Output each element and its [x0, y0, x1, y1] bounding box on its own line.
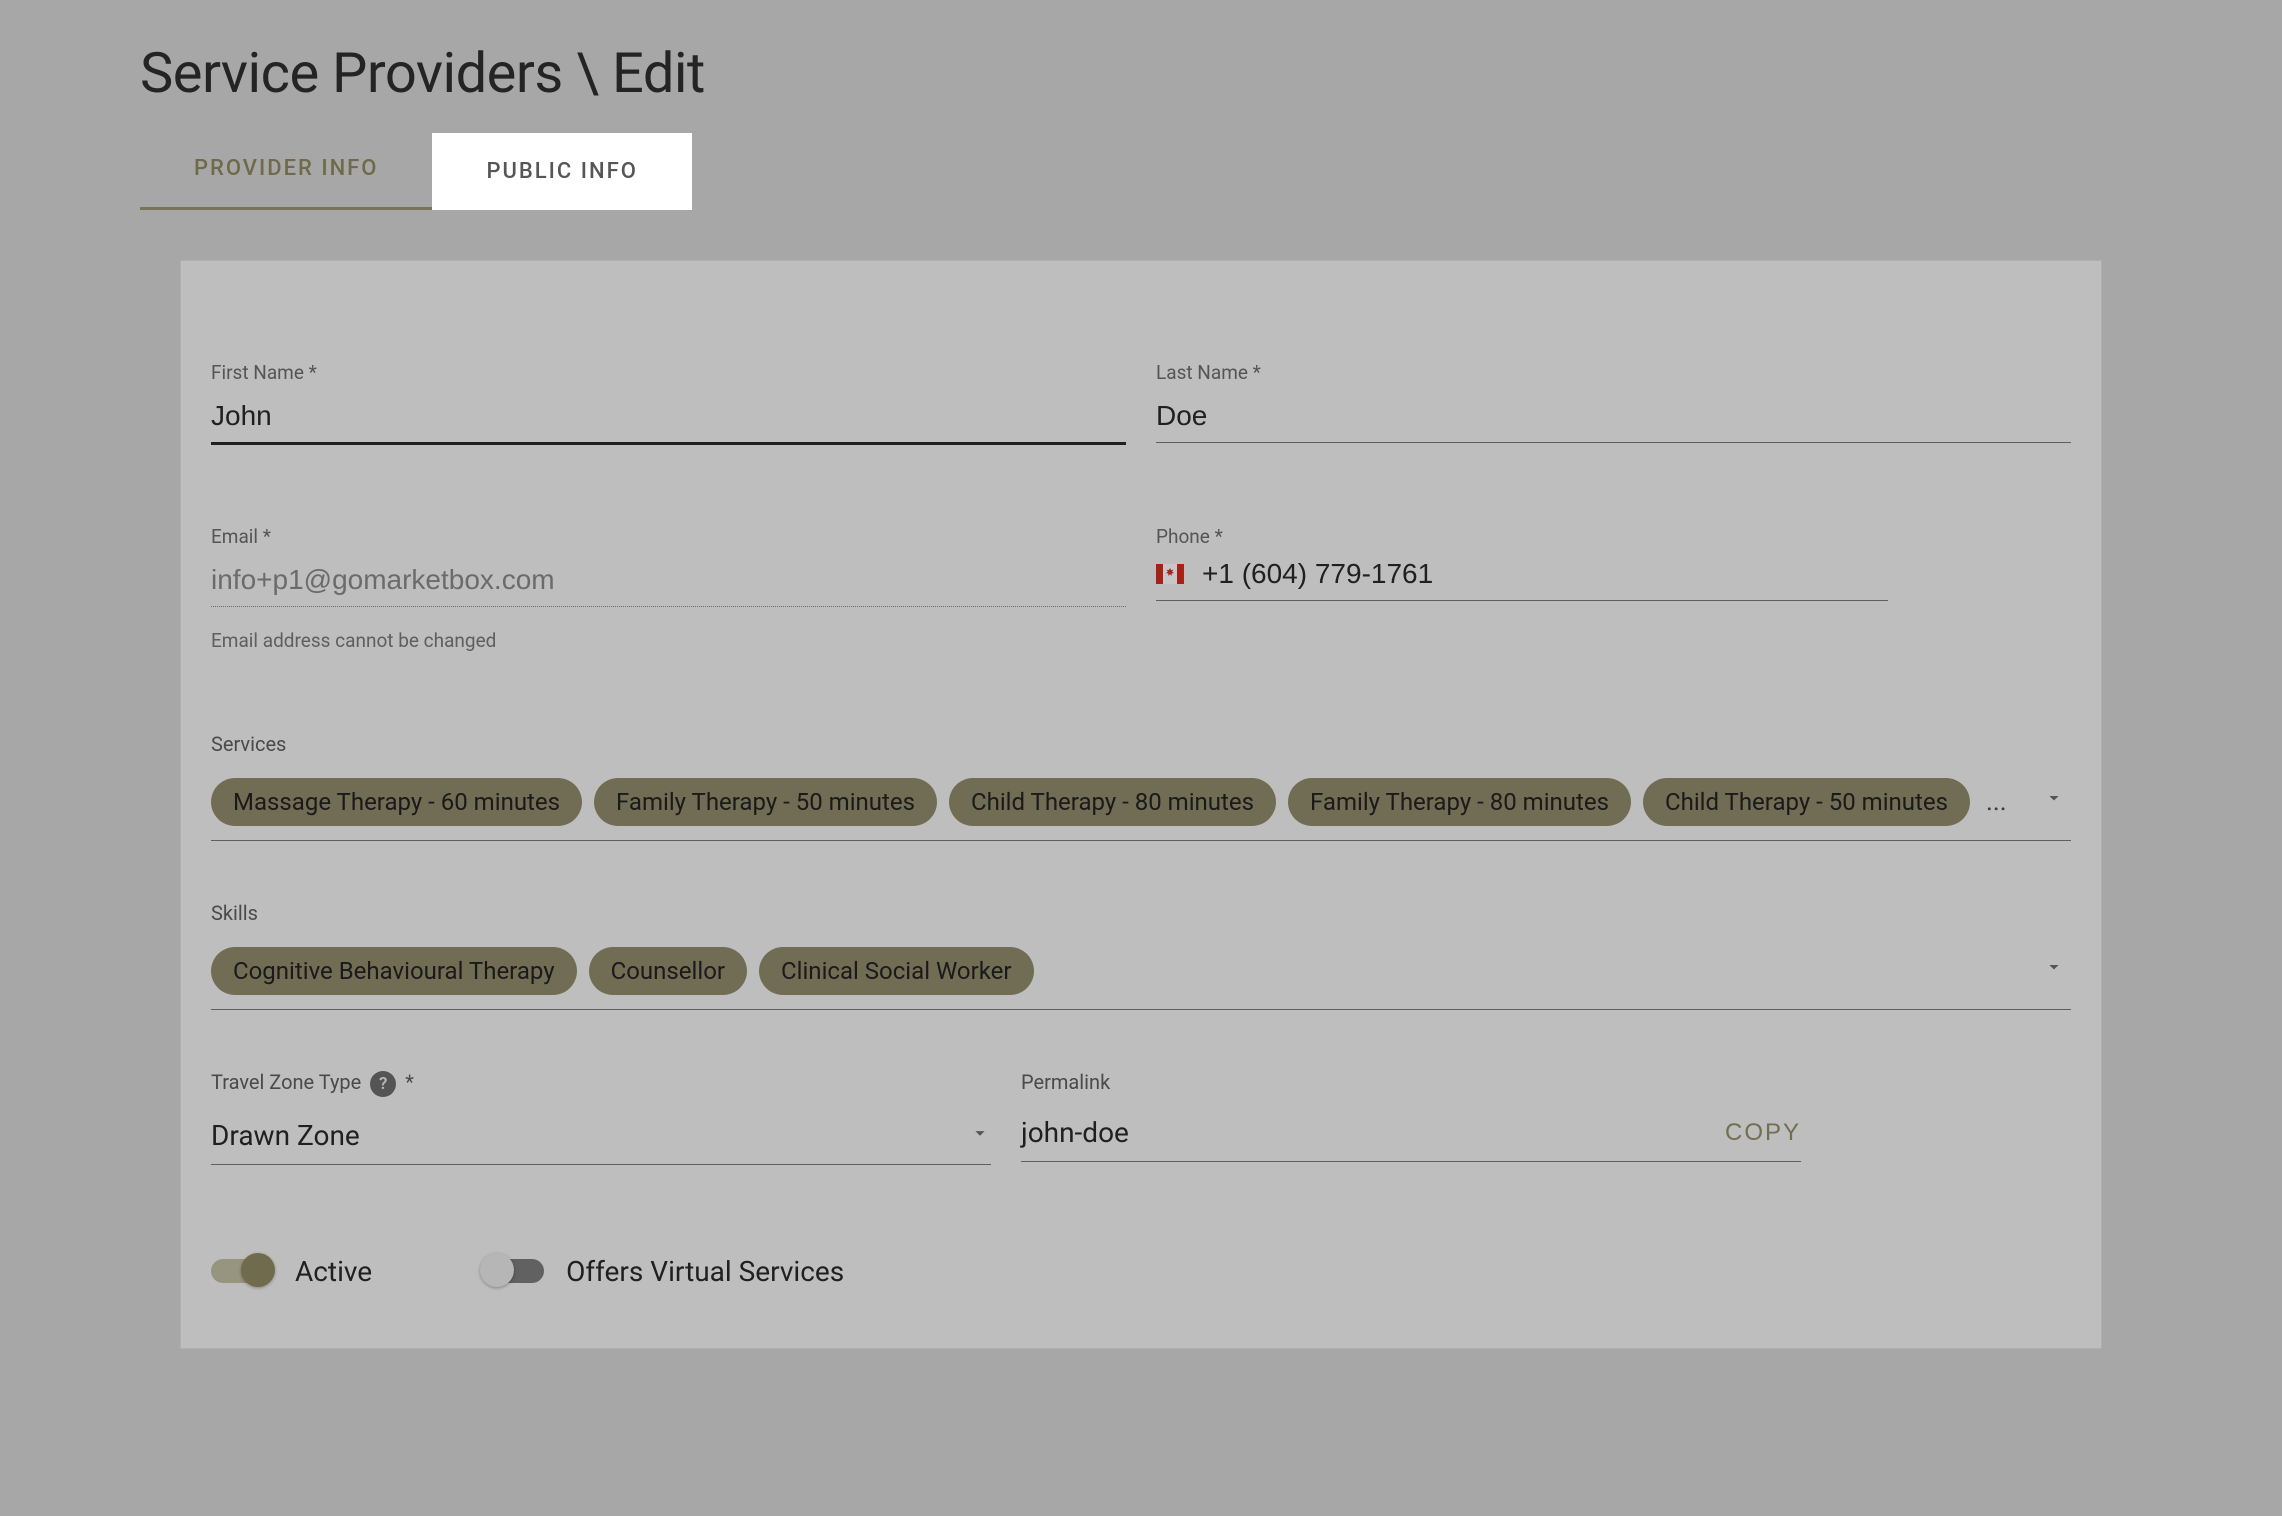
last-name-label: Last Name * [1156, 361, 2071, 384]
travel-zone-label: Travel Zone Type ? * [211, 1070, 991, 1097]
phone-field[interactable] [1156, 558, 1888, 601]
virtual-services-toggle[interactable] [482, 1259, 544, 1283]
help-icon[interactable]: ? [370, 1071, 396, 1097]
services-select[interactable]: Massage Therapy - 60 minutes Family Ther… [211, 770, 2071, 841]
tabs: PROVIDER INFO PUBLIC INFO [140, 130, 2142, 210]
chevron-down-icon[interactable] [2043, 956, 2065, 982]
tab-public-info[interactable]: PUBLIC INFO [432, 133, 691, 210]
service-chip[interactable]: Family Therapy - 80 minutes [1288, 778, 1631, 826]
flag-ca-icon [1156, 564, 1184, 584]
email-input [211, 558, 1126, 607]
travel-zone-select[interactable]: Drawn Zone [211, 1111, 991, 1165]
chevron-down-icon[interactable] [2043, 787, 2065, 813]
active-toggle[interactable] [211, 1259, 273, 1283]
services-label: Services [211, 732, 2071, 756]
permalink-value: john-doe [1021, 1116, 1129, 1149]
page-title: Service Providers \ Edit [140, 40, 2142, 106]
service-chip[interactable]: Massage Therapy - 60 minutes [211, 778, 582, 826]
skill-chip[interactable]: Clinical Social Worker [759, 947, 1034, 995]
service-chip[interactable]: Child Therapy - 50 minutes [1643, 778, 1970, 826]
last-name-input[interactable] [1156, 394, 2071, 443]
tab-provider-info[interactable]: PROVIDER INFO [140, 130, 432, 210]
skill-chip[interactable]: Cognitive Behavioural Therapy [211, 947, 577, 995]
first-name-input[interactable] [211, 394, 1126, 445]
service-chip[interactable]: Child Therapy - 80 minutes [949, 778, 1276, 826]
permalink-field[interactable]: john-doe COPY [1021, 1108, 1801, 1162]
service-chip[interactable]: Family Therapy - 50 minutes [594, 778, 937, 826]
travel-zone-value: Drawn Zone [211, 1119, 360, 1152]
chevron-down-icon[interactable] [969, 1122, 991, 1148]
copy-button[interactable]: COPY [1725, 1119, 1801, 1147]
phone-input[interactable] [1202, 558, 1888, 590]
permalink-label: Permalink [1021, 1070, 1801, 1094]
services-more-indicator: ... [1986, 787, 2007, 817]
email-helper: Email address cannot be changed [211, 629, 1126, 652]
phone-label: Phone * [1156, 525, 2071, 548]
required-marker: * [405, 1070, 414, 1094]
email-label: Email * [211, 525, 1126, 548]
form-card: First Name * Last Name * Email * Email a… [180, 260, 2102, 1349]
skills-label: Skills [211, 901, 2071, 925]
travel-zone-label-text: Travel Zone Type [211, 1070, 361, 1094]
first-name-label: First Name * [211, 361, 1126, 384]
virtual-services-toggle-label: Offers Virtual Services [566, 1255, 844, 1288]
active-toggle-label: Active [295, 1255, 372, 1288]
skill-chip[interactable]: Counsellor [589, 947, 747, 995]
skills-select[interactable]: Cognitive Behavioural Therapy Counsellor… [211, 939, 2071, 1010]
